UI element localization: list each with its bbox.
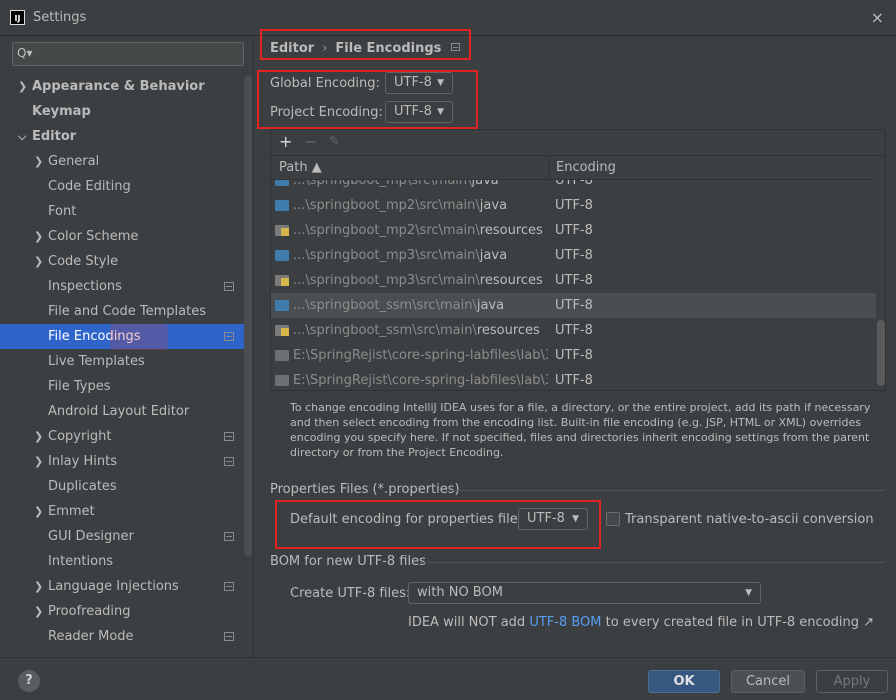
resources-folder-icon (275, 325, 289, 336)
create-utf8-label: Create UTF-8 files: (290, 586, 411, 601)
annotation-box (275, 500, 601, 549)
folder-icon (275, 180, 289, 186)
settings-sidebar: Q▾ ❯ Appearance & Behavior Keymap ⌵ Editor… (0, 36, 254, 657)
annotation-box (257, 70, 478, 129)
folder-icon (275, 375, 289, 386)
table-scrollbar[interactable] (877, 320, 885, 386)
file-encodings-panel: Editor › File Encodings Global Encoding: U… (255, 29, 896, 657)
sidebar-item-android-layout-editor[interactable]: Android Layout Editor (0, 399, 244, 424)
table-toolbar: + − ✎ (271, 130, 885, 156)
create-utf8-dropdown[interactable]: with NO BOM ▼ (408, 582, 761, 604)
transparent-conversion-label: Transparent native-to-ascii conversion (625, 512, 874, 527)
sidebar-item-file-types[interactable]: File Types (0, 374, 244, 399)
sidebar-item-copyright[interactable]: ❯ Copyright (0, 424, 244, 449)
sidebar-item-editor[interactable]: ⌵ Editor (0, 124, 244, 149)
table-row[interactable]: ...\springboot_mp3\src\main\resources UTF… (271, 268, 876, 293)
project-scope-icon (224, 582, 234, 591)
edit-icon[interactable]: ✎ (329, 134, 340, 149)
sidebar-item-color-scheme[interactable]: ❯ Color Scheme (0, 224, 244, 249)
chevron-right-icon[interactable]: ❯ (34, 424, 43, 449)
chevron-right-icon[interactable]: ❯ (34, 249, 43, 274)
project-scope-icon (224, 432, 234, 441)
chevron-right-icon[interactable]: ❯ (34, 224, 43, 249)
project-scope-icon (224, 282, 234, 291)
transparent-conversion-checkbox[interactable] (606, 512, 620, 526)
chevron-right-icon[interactable]: ❯ (34, 149, 43, 174)
table-rows: ...\springboot_mp\src\main\java UTF-8 ...… (271, 180, 876, 391)
folder-icon (275, 350, 289, 361)
column-encoding[interactable]: Encoding (556, 156, 616, 180)
info-text: To change encoding IntelliJ IDEA uses fo… (290, 401, 871, 459)
encoding-table: + − ✎ Path ▲ Encoding ...\springboot_mp\… (270, 129, 886, 391)
sidebar-item-emmet[interactable]: ❯ Emmet (0, 499, 244, 524)
table-row[interactable]: ...\springboot_ssm\src\main\java UTF-8 (271, 293, 876, 318)
annotation-box (260, 29, 471, 60)
chevron-right-icon[interactable]: ❯ (34, 574, 43, 599)
sidebar-item-reader-mode[interactable]: Reader Mode (0, 624, 244, 649)
sidebar-item-inlay-hints[interactable]: ❯ Inlay Hints (0, 449, 244, 474)
resources-folder-icon (275, 275, 289, 286)
apply-button[interactable]: Apply (816, 670, 888, 693)
sidebar-item-general[interactable]: ❯ General (0, 149, 244, 174)
chevron-down-icon[interactable]: ⌵ (18, 124, 26, 149)
settings-tree: ❯ Appearance & Behavior Keymap ⌵ Editor ❯ G… (0, 74, 244, 649)
sidebar-item-intentions[interactable]: Intentions (0, 549, 244, 574)
divider (420, 562, 885, 563)
close-icon[interactable]: × (871, 8, 884, 27)
chevron-right-icon[interactable]: ❯ (34, 599, 43, 624)
table-header: Path ▲ Encoding (271, 156, 876, 180)
sidebar-item-appearance-behavior[interactable]: ❯ Appearance & Behavior (0, 74, 244, 99)
resources-folder-icon (275, 225, 289, 236)
sidebar-item-code-style[interactable]: ❯ Code Style (0, 249, 244, 274)
chevron-right-icon[interactable]: ❯ (18, 74, 27, 99)
sidebar-item-code-editing[interactable]: Code Editing (0, 174, 244, 199)
search-input[interactable]: Q▾ (12, 42, 244, 66)
intellij-icon: IJ (10, 10, 25, 25)
remove-icon[interactable]: − (304, 132, 317, 151)
sidebar-item-inspections[interactable]: Inspections (0, 274, 244, 299)
search-icon: Q▾ (17, 46, 33, 60)
sidebar-scrollbar[interactable] (244, 76, 252, 556)
watermark-overlay (110, 324, 168, 350)
column-path[interactable]: Path ▲ (279, 156, 322, 180)
table-row[interactable]: E:\SpringRejist\core-spring-labfiles\lab… (271, 368, 876, 391)
folder-icon (275, 250, 289, 261)
utf8-bom-link[interactable]: UTF-8 BOM (529, 615, 601, 630)
add-icon[interactable]: + (279, 132, 292, 151)
table-row[interactable]: ...\springboot_mp2\src\main\java UTF-8 (271, 193, 876, 218)
project-scope-icon (224, 632, 234, 641)
folder-icon (275, 300, 289, 311)
ok-button[interactable]: OK (648, 670, 720, 693)
sidebar-item-proofreading[interactable]: ❯ Proofreading (0, 599, 244, 624)
window-title: Settings (33, 10, 87, 25)
sidebar-item-live-templates[interactable]: Live Templates (0, 349, 244, 374)
divider (445, 490, 885, 491)
cancel-button[interactable]: Cancel (731, 670, 805, 693)
properties-section-title: Properties Files (*.properties) (270, 482, 460, 497)
table-row[interactable]: ...\springboot_mp3\src\main\java UTF-8 (271, 243, 876, 268)
sidebar-item-keymap[interactable]: Keymap (0, 99, 244, 124)
bom-note: IDEA will NOT add UTF-8 BOM to every cre… (408, 615, 874, 630)
project-scope-icon (224, 332, 234, 341)
help-icon[interactable]: ? (18, 670, 40, 692)
table-row[interactable]: ...\springboot_ssm\src\main\resources UTF… (271, 318, 876, 343)
sidebar-item-gui-designer[interactable]: GUI Designer (0, 524, 244, 549)
table-row[interactable]: ...\springboot_mp\src\main\java UTF-8 (271, 180, 876, 193)
sidebar-item-font[interactable]: Font (0, 199, 244, 224)
bom-section-title: BOM for new UTF-8 files (270, 554, 426, 569)
project-scope-icon (224, 457, 234, 466)
chevron-right-icon[interactable]: ❯ (34, 449, 43, 474)
sidebar-item-language-injections[interactable]: ❯ Language Injections (0, 574, 244, 599)
sidebar-item-file-code-templates[interactable]: File and Code Templates (0, 299, 244, 324)
sidebar-item-duplicates[interactable]: Duplicates (0, 474, 244, 499)
chevron-down-icon: ▼ (745, 588, 752, 598)
table-row[interactable]: E:\SpringRejist\core-spring-labfiles\lab… (271, 343, 876, 368)
project-scope-icon (224, 532, 234, 541)
folder-icon (275, 200, 289, 211)
chevron-right-icon[interactable]: ❯ (34, 499, 43, 524)
dialog-footer: ? OK Cancel Apply (0, 657, 896, 700)
table-row[interactable]: ...\springboot_mp2\src\main\resources UTF… (271, 218, 876, 243)
